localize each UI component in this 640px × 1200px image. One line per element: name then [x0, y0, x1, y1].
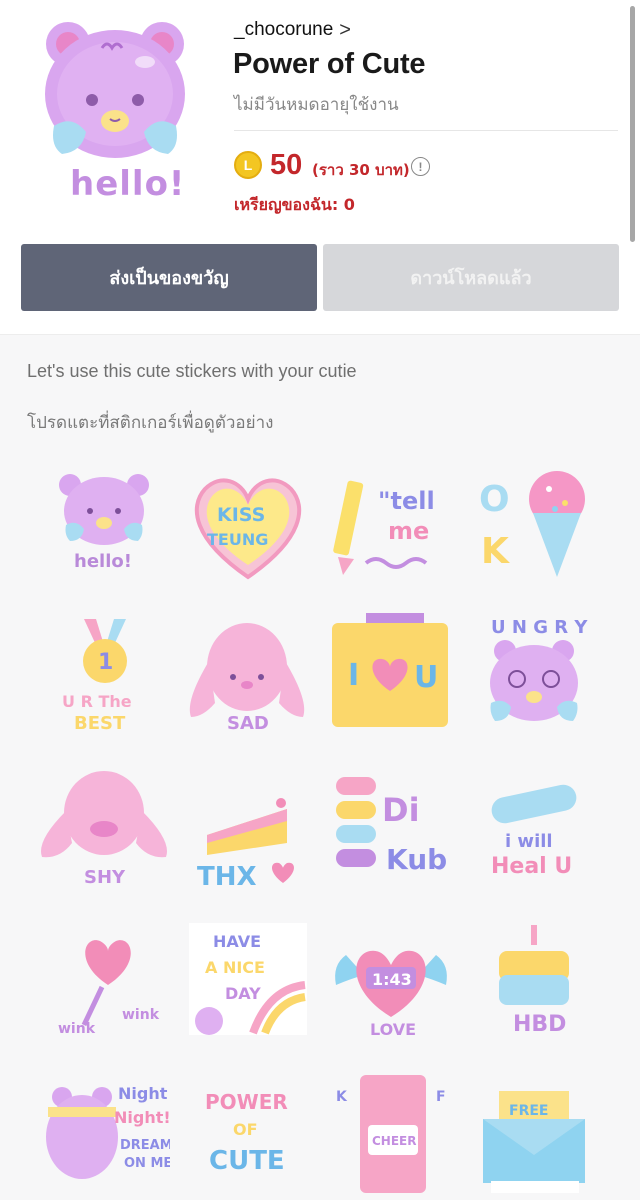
sticker-tell-me[interactable]: "tell me	[326, 459, 456, 589]
svg-text:LOVE: LOVE	[370, 1020, 416, 1039]
svg-text:SHY: SHY	[84, 867, 126, 888]
svg-text:Night!: Night!	[114, 1108, 170, 1127]
sticker-detail-body: Let's use this cute stickers with your c…	[0, 334, 640, 1200]
svg-text:me: me	[388, 517, 429, 545]
sticker-title: Power of Cute	[233, 48, 426, 80]
svg-text:OF: OF	[233, 1120, 258, 1139]
validity-text: ไม่มีวันหมดอายุใช้งาน	[234, 95, 399, 115]
my-coins-text: เหรียญของฉัน: 0	[234, 195, 355, 214]
sticker-bunny-shy[interactable]: SHY	[40, 763, 170, 893]
svg-text:HBD: HBD	[513, 1012, 566, 1037]
svg-text:BEST: BEST	[74, 713, 126, 734]
sticker-caption: hello!	[74, 551, 132, 572]
svg-text:1:43: 1:43	[372, 970, 412, 989]
sticker-bear-night[interactable]: Night Night! DREAM ON ME	[40, 1067, 170, 1197]
sticker-wink-wand[interactable]: wink wink	[40, 915, 170, 1045]
svg-text:KISS: KISS	[217, 504, 265, 526]
svg-text:"tell: "tell	[378, 487, 435, 515]
svg-text:A NICE: A NICE	[205, 958, 265, 977]
svg-text:Heal U: Heal U	[491, 854, 572, 879]
divider	[234, 130, 618, 131]
main-sticker-bear-icon: hello!	[40, 16, 190, 206]
svg-text:U R The: U R The	[62, 692, 132, 711]
sticker-bear-hungry[interactable]: U N G R Y	[469, 611, 599, 741]
svg-text:POWER: POWER	[205, 1090, 288, 1114]
svg-text:U N G R Y: U N G R Y	[491, 617, 588, 638]
sticker-medal-best[interactable]: 1 U R The BEST	[40, 611, 170, 741]
sticker-bear-hello[interactable]: hello!	[40, 459, 170, 589]
svg-text:wink: wink	[58, 1021, 96, 1037]
svg-text:i will: i will	[505, 831, 553, 852]
svg-text:F: F	[436, 1089, 446, 1105]
price-approx: (ราว 30 บาท)	[312, 161, 410, 179]
svg-text:1: 1	[98, 650, 113, 675]
sticker-power-of-cute[interactable]: POWER OF CUTE	[183, 1067, 313, 1197]
sticker-ok-icecream[interactable]: O K	[469, 459, 599, 589]
sticker-kiss-teung[interactable]: KISS TEUNG	[183, 459, 313, 589]
sticker-i-love-u[interactable]: I U	[326, 611, 456, 741]
sticker-di-kub[interactable]: Di Kub	[326, 763, 456, 893]
sticker-hbd-cake[interactable]: HBD	[469, 915, 599, 1045]
send-gift-button[interactable]: ส่งเป็นของขวัญ	[21, 244, 317, 311]
preview-hint: โปรดแตะที่สติกเกอร์เพื่อดูตัวอย่าง	[27, 413, 274, 433]
svg-text:ON ME: ON ME	[124, 1156, 170, 1171]
sticker-cake-thx[interactable]: THX	[183, 763, 313, 893]
svg-text:FREE: FREE	[509, 1103, 548, 1119]
svg-text:Di: Di	[382, 791, 420, 829]
description-text: Let's use this cute stickers with your c…	[27, 361, 357, 381]
svg-text:DREAM: DREAM	[120, 1138, 170, 1153]
svg-text:DAY: DAY	[225, 984, 261, 1003]
svg-text:O: O	[479, 479, 510, 520]
sticker-header: hello! _chocorune > Power of Cute ไม่มีว…	[0, 0, 640, 334]
author-link[interactable]: _chocorune >	[234, 19, 351, 41]
downloaded-button: ดาวน์โหลดแล้ว	[323, 244, 619, 311]
info-icon[interactable]: !	[411, 157, 430, 176]
sticker-bunny-sad[interactable]: SAD	[183, 611, 313, 741]
svg-text:CUTE: CUTE	[209, 1146, 285, 1176]
svg-text:SAD: SAD	[227, 713, 269, 734]
sticker-nice-day[interactable]: HAVE A NICE DAY	[183, 915, 313, 1045]
svg-text:Night: Night	[118, 1084, 168, 1103]
sticker-heal-u[interactable]: i will Heal U	[469, 763, 599, 893]
sticker-free-hug[interactable]: FREE	[469, 1067, 599, 1197]
svg-text:TEUNG: TEUNG	[207, 530, 268, 549]
chevron-right-icon: >	[339, 19, 351, 41]
svg-text:CHEER: CHEER	[372, 1134, 416, 1148]
svg-text:K: K	[481, 531, 510, 572]
price-amount: 50	[270, 149, 303, 181]
author-name: _chocorune	[234, 19, 334, 40]
scrollbar[interactable]	[630, 6, 635, 242]
sticker-keep-fighting[interactable]: CHEER K F	[326, 1067, 456, 1197]
svg-text:I: I	[348, 658, 359, 693]
svg-text:wink: wink	[122, 1007, 160, 1023]
svg-text:THX: THX	[197, 862, 257, 892]
main-sticker-caption: hello!	[70, 164, 186, 204]
sticker-clock-love[interactable]: 1:43 LOVE	[326, 915, 456, 1045]
svg-text:U: U	[414, 660, 438, 695]
svg-text:HAVE: HAVE	[213, 932, 261, 951]
line-coin-icon: L	[234, 151, 262, 179]
svg-text:Kub: Kub	[386, 843, 447, 876]
svg-text:K: K	[336, 1089, 348, 1105]
